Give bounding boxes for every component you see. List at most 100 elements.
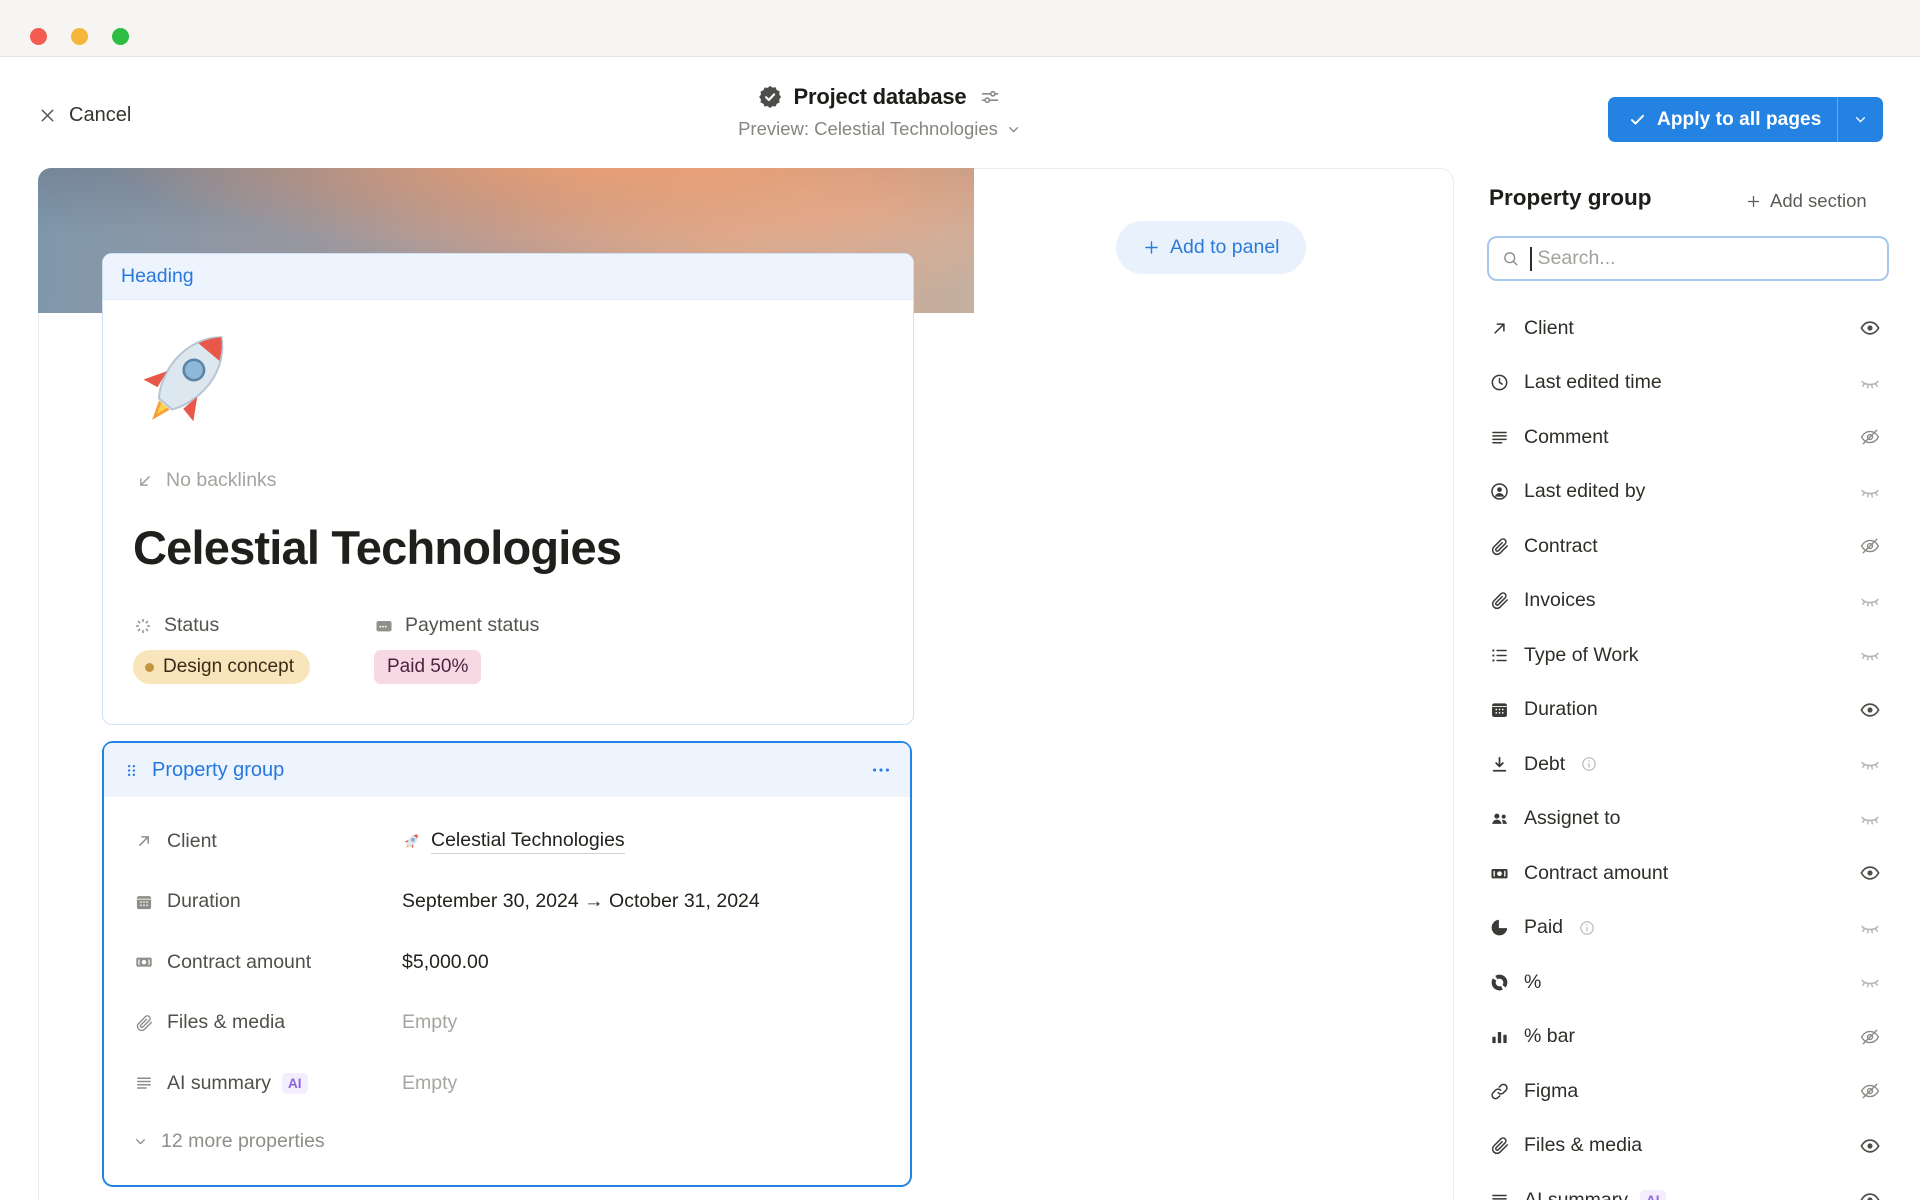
sidebar-item-type-of-work[interactable]: Type of Work (1489, 628, 1889, 683)
ai-badge: AI (1640, 1190, 1666, 1200)
property-key: Contract amount (134, 951, 402, 974)
sidebar-item-invoices[interactable]: Invoices (1489, 574, 1889, 629)
paperclip-icon (1489, 1135, 1510, 1156)
sidebar-item-duration[interactable]: Duration (1489, 683, 1889, 738)
people-icon (1489, 808, 1510, 829)
arrow-down-left-icon (135, 471, 155, 491)
sidebar-item-contract-amount[interactable]: Contract amount (1489, 846, 1889, 901)
property-value-text: September 30, 2024 → October 31, 2024 (402, 890, 760, 913)
more-properties-toggle[interactable]: 12 more properties (104, 1114, 910, 1170)
sidebar-item-%[interactable]: % (1489, 955, 1889, 1010)
add-to-panel-button[interactable]: Add to panel (1116, 221, 1306, 274)
eye-open-icon[interactable] (1859, 862, 1881, 884)
more-options-button[interactable] (870, 759, 892, 781)
eye-slash-icon[interactable] (1859, 535, 1881, 557)
info-icon (1578, 919, 1596, 937)
property-label: Client (167, 830, 217, 853)
sidebar-item-label: Duration (1524, 698, 1598, 721)
backlinks-label: No backlinks (166, 469, 277, 492)
heading-block[interactable]: Heading No backlinks Celestial Technolog… (102, 253, 914, 725)
payment-status-value: Paid 50% (387, 656, 468, 678)
zoom-window-button[interactable] (112, 28, 129, 45)
eye-open-icon[interactable] (1859, 317, 1881, 339)
sidebar-title: Property group (1489, 185, 1652, 211)
eye-slash-icon[interactable] (1859, 1026, 1881, 1048)
text-lines-icon (134, 1073, 154, 1093)
cancel-button[interactable]: Cancel (37, 104, 131, 127)
eye-closed-icon[interactable] (1859, 971, 1881, 993)
apply-options-chevron-button[interactable] (1838, 97, 1883, 142)
settings-sliders-icon[interactable] (978, 85, 1002, 109)
sidebar-item-label: Assignet to (1524, 807, 1620, 830)
property-group-label: Property group (152, 759, 284, 782)
backlinks-row: No backlinks (135, 469, 277, 492)
property-row-files-media[interactable]: Files & mediaEmpty (104, 993, 910, 1054)
add-to-panel-label: Add to panel (1170, 236, 1280, 259)
arrow-up-right-icon (1489, 318, 1510, 339)
sidebar-item-last-edited-by[interactable]: Last edited by (1489, 465, 1889, 520)
drag-handle-icon[interactable] (122, 761, 141, 780)
search-input[interactable] (1538, 247, 1876, 270)
apply-to-all-pages-button[interactable]: Apply to all pages (1608, 97, 1837, 142)
property-row-contract-amount[interactable]: Contract amount$5,000.00 (104, 932, 910, 993)
sidebar-item-files-media[interactable]: Files & media (1489, 1119, 1889, 1174)
eye-open-icon[interactable] (1859, 1189, 1881, 1200)
status-icon (133, 616, 153, 636)
preview-selector[interactable]: Preview: Celestial Technologies (738, 118, 1022, 140)
download-icon (1489, 754, 1510, 775)
eye-closed-icon[interactable] (1859, 917, 1881, 939)
sidebar-item-client[interactable]: Client (1489, 301, 1889, 356)
sidebar-item-paid[interactable]: Paid (1489, 901, 1889, 956)
property-value: September 30, 2024 → October 31, 2024 (402, 890, 760, 913)
sidebar-item-comment[interactable]: Comment (1489, 410, 1889, 465)
sidebar-item-debt[interactable]: Debt (1489, 737, 1889, 792)
eye-closed-icon[interactable] (1859, 808, 1881, 830)
property-group-block[interactable]: Property group Client Celestial Technolog… (102, 741, 912, 1187)
apply-button-label: Apply to all pages (1657, 109, 1821, 131)
bulleted-list-icon (1489, 645, 1510, 666)
paperclip-icon (1489, 536, 1510, 557)
preview-label: Preview: Celestial Technologies (738, 118, 998, 140)
arrow-up-right-icon (134, 831, 154, 851)
property-group-rows: Client Celestial Technologies Duration Sept… (104, 797, 910, 1114)
property-value: Empty (402, 1011, 457, 1034)
close-icon (37, 105, 58, 126)
sidebar-item-label: % bar (1524, 1025, 1575, 1048)
property-row-duration[interactable]: Duration September 30, 2024 → October 31,… (104, 872, 910, 933)
property-value[interactable]: Celestial Technologies (402, 829, 625, 854)
eye-closed-icon[interactable] (1859, 644, 1881, 666)
eye-closed-icon[interactable] (1859, 481, 1881, 503)
page-title: Project database (794, 84, 967, 110)
sidebar-item-contract[interactable]: Contract (1489, 519, 1889, 574)
sidebar-item-label: Invoices (1524, 589, 1596, 612)
sidebar-item-ai-summary[interactable]: AI summaryAI (1489, 1173, 1889, 1200)
eye-open-icon[interactable] (1859, 699, 1881, 721)
eye-closed-icon[interactable] (1859, 753, 1881, 775)
minimize-window-button[interactable] (71, 28, 88, 45)
property-row-client[interactable]: Client Celestial Technologies (104, 811, 910, 872)
sidebar-item-label: Contract (1524, 535, 1598, 558)
rocket-page-icon[interactable] (127, 316, 249, 438)
sidebar-item-%-bar[interactable]: % bar (1489, 1010, 1889, 1065)
property-label: AI summary (167, 1072, 271, 1095)
eye-closed-icon[interactable] (1859, 372, 1881, 394)
eye-slash-icon[interactable] (1859, 426, 1881, 448)
close-window-button[interactable] (30, 28, 47, 45)
eye-open-icon[interactable] (1859, 1135, 1881, 1157)
property-value-text: $5,000.00 (402, 951, 489, 974)
sidebar-item-label: Figma (1524, 1080, 1578, 1103)
eye-closed-icon[interactable] (1859, 590, 1881, 612)
chevron-down-icon (1005, 121, 1022, 138)
sidebar-item-label: Client (1524, 317, 1574, 340)
eye-slash-icon[interactable] (1859, 1080, 1881, 1102)
sidebar-item-last-edited-time[interactable]: Last edited time (1489, 356, 1889, 411)
sidebar-item-label: Contract amount (1524, 862, 1668, 885)
sidebar-item-assignet-to[interactable]: Assignet to (1489, 792, 1889, 847)
sidebar-item-label: Type of Work (1524, 644, 1639, 667)
sidebar-item-figma[interactable]: Figma (1489, 1064, 1889, 1119)
property-value: Empty (402, 1072, 457, 1095)
property-row-ai-summary[interactable]: AI summaryAIEmpty (104, 1053, 910, 1114)
property-label: Duration (167, 890, 241, 913)
money-icon (1489, 863, 1510, 884)
add-section-button[interactable]: Add section (1745, 190, 1867, 212)
